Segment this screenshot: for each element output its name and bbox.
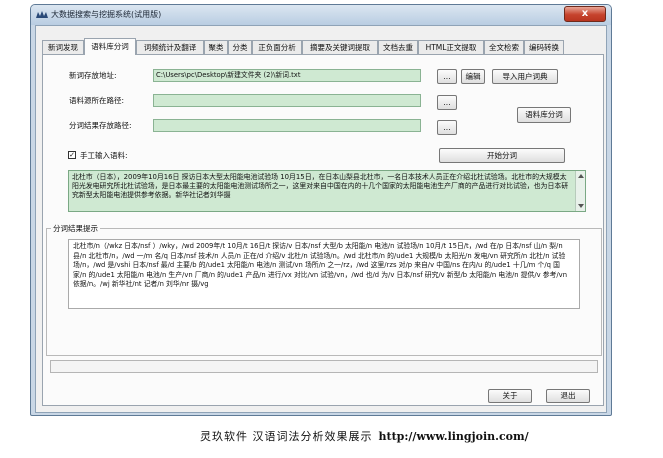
manual-input-label: 手工输入语料: [80,151,128,160]
tab-word-frequency[interactable]: 词频统计及翻译 [136,40,204,54]
title-bar[interactable]: 大数据搜索与挖掘系统(试用版) x [31,5,611,25]
import-user-dict-button[interactable]: 导入用户词典 [492,69,558,84]
tab-classification[interactable]: 分类 [228,40,252,54]
new-words-path-label: 新词存放地址: [69,71,117,80]
input-scrollbar[interactable] [575,171,585,211]
result-group-legend: 分词结果提示 [51,223,100,234]
exit-button[interactable]: 退出 [546,389,590,403]
caption-text: 灵玖软件 汉语词法分析效果展示 [200,430,373,443]
source-path-label: 语料源所在路径: [69,96,125,105]
corpus-segment-button[interactable]: 语料库分词 [517,107,571,123]
figure-caption: 灵玖软件 汉语词法分析效果展示 http://www.lingjoin.com/ [200,428,529,444]
browse-new-words-button[interactable]: ... [437,69,457,84]
tab-sentiment[interactable]: 正负面分析 [252,40,302,54]
result-path-label: 分词结果存放路径: [69,121,132,130]
scroll-up-icon[interactable] [578,174,584,178]
about-button[interactable]: 关于 [488,389,532,403]
window-title: 大数据搜索与挖掘系统(试用版) [51,10,162,19]
manual-input-textarea[interactable]: 北杜市（日本），2009年10月16日 探访日本大型太阳能电池试验场 10月15… [68,170,586,212]
edit-button[interactable]: 编辑 [461,69,485,84]
new-words-path-field[interactable]: C:\Users\pc\Desktop\新建文件夹 (2)\新词.txt [153,69,421,82]
tab-dedup[interactable]: 文档去重 [378,40,418,54]
manual-input-text: 北杜市（日本），2009年10月16日 探访日本大型太阳能电池试验场 10月15… [72,173,569,199]
result-path-field[interactable] [153,119,421,132]
app-logo-icon [36,11,48,18]
close-button[interactable]: x [564,6,606,22]
tab-encoding[interactable]: 编码转换 [524,40,564,54]
browse-source-button[interactable]: ... [437,95,457,110]
start-segment-button[interactable]: 开始分词 [439,148,565,163]
tab-corpus-segmentation[interactable]: 语料库分词 [84,38,136,55]
status-bar [50,360,598,373]
manual-input-checkbox[interactable]: ✓ [68,151,76,159]
caption-url: http://www.lingjoin.com/ [378,430,529,443]
segmentation-result-text: 北杜市/n（/wkz 日本/nsf ）/wky，/wd 2009年/t 10月/… [68,239,580,309]
tab-html-extract[interactable]: HTML正文提取 [418,40,484,54]
tab-bar: 新词发现 语料库分词 词频统计及翻译 聚类 分类 正负面分析 摘要及关键词提取 … [42,38,602,55]
tab-summary-keywords[interactable]: 摘要及关键词提取 [302,40,378,54]
tab-fulltext-search[interactable]: 全文检索 [484,40,524,54]
browse-result-button[interactable]: ... [437,120,457,135]
tab-new-word-discovery[interactable]: 新词发现 [42,40,84,54]
source-path-field[interactable] [153,94,421,107]
tab-clustering[interactable]: 聚类 [204,40,228,54]
scroll-down-icon[interactable] [578,204,584,208]
